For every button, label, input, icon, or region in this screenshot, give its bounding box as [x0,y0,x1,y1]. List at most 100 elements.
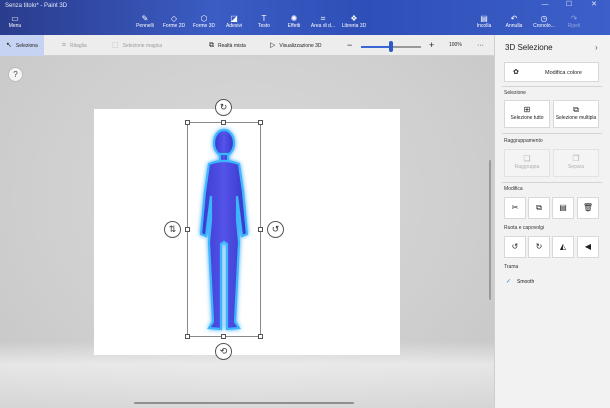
paste-icon: ▤ [480,14,488,23]
tool-effects[interactable]: ✺ Effetti [280,14,308,29]
undo-icon: ↶ [510,14,518,23]
flip-vertical-icon: ◀ [584,242,592,251]
history-icon: ◷ [540,14,548,23]
redo-button[interactable]: ↷ Ripeti [560,14,588,29]
library-3d-icon: ❖ [350,14,358,23]
tool-shapes-2d[interactable]: ◇ Forme 2D [160,14,188,29]
mixed-reality-icon: ⧉ [209,42,214,49]
section-texture: Trama [504,264,519,270]
flip-horizontal-icon: ◭ [559,242,567,251]
tool-library-3d[interactable]: ❖ Libreria 3D [340,14,368,29]
ungroup-button[interactable]: ❐ Separa [553,149,599,177]
maximize-button[interactable]: ☐ [559,0,579,10]
panel-title: 3D Selezione [505,43,553,52]
magic-select-icon: ⬚ [112,42,119,49]
section-selection: Selezione [504,90,526,96]
magic-select-tool[interactable]: ⬚ Selezione magica [112,35,162,56]
zoom-level[interactable]: 100% [449,35,462,56]
select-tool[interactable]: ↖ Seleziona [0,35,44,56]
mixed-reality-button[interactable]: ⧉ Realtà mista [209,35,246,56]
rotate-x-handle-icon[interactable]: ↺ [267,221,284,238]
zoom-in-button[interactable]: + [429,35,434,56]
smooth-option[interactable]: Smooth [517,279,534,285]
resize-handle-bottom[interactable] [221,334,226,339]
resize-handle-top-right[interactable] [258,120,263,125]
trash-icon: 🗑 [582,203,594,212]
flip-horizontal-button[interactable]: ◭ [552,236,574,258]
smooth-check-icon[interactable]: ✓ [506,278,511,285]
group-icon: ❏ [523,154,531,163]
multi-select-button[interactable]: ⧉ Selezione multipla [553,100,599,128]
divider [502,182,602,183]
divider [502,86,602,87]
zoom-slider-thumb[interactable] [389,41,393,52]
help-button[interactable]: ? [8,67,23,82]
redo-icon: ↷ [570,14,578,23]
edit-color-button[interactable]: ✿ Modifica colore [504,62,599,82]
resize-handle-bottom-left[interactable] [185,334,190,339]
resize-handle-right[interactable] [258,227,263,232]
rotate-right-icon: ↻ [535,242,543,251]
resize-handle-top-left[interactable] [185,120,190,125]
tool-brushes[interactable]: ✎ Pennelli [131,14,159,29]
more-button[interactable]: ··· [477,35,484,56]
select-all-button[interactable]: ⊞ Selezione tutto [504,100,550,128]
rotate-z-handle-icon[interactable]: ↻ [215,99,232,116]
cut-button[interactable]: ✂ [504,197,526,219]
palette-icon: ✿ [513,69,519,76]
rotate-y-handle-icon[interactable]: ⇅ [164,221,181,238]
cursor-icon: ↖ [6,42,12,49]
cut-icon: ✂ [511,203,519,212]
divider [502,133,602,134]
copy-button[interactable]: ⧉ [528,197,550,219]
selection-box[interactable] [187,122,261,337]
undo-button[interactable]: ↶ Annulla [500,14,528,29]
flip-vertical-button[interactable]: ◀ [577,236,599,258]
section-grouping: Raggruppamento [504,138,543,144]
select-all-icon: ⊞ [523,105,531,114]
cube-icon: ⬡ [200,14,208,23]
folder-icon: ▭ [11,14,19,23]
tool-canvas[interactable]: ⌗ Area di d... [309,14,337,29]
effects-icon: ✺ [290,14,298,23]
tool-stickers[interactable]: ◪ Adesivi [220,14,248,29]
crop-icon: ⌗ [62,42,66,49]
crop-tool[interactable]: ⌗ Ritaglia [62,35,87,56]
ungroup-icon: ❐ [572,154,580,163]
view-3d-button[interactable]: ▷ Visualizzazione 3D [270,35,322,56]
rotate-left-icon: ↺ [511,242,519,251]
vertical-scrollbar[interactable] [489,160,491,300]
zoom-slider-rest [391,46,421,48]
multi-select-icon: ⧉ [573,105,579,114]
horizontal-scrollbar[interactable] [134,402,354,404]
brush-icon: ✎ [141,14,149,23]
resize-handle-top[interactable] [221,120,226,125]
section-edit: Modifica [504,186,523,192]
tool-shapes-3d[interactable]: ⬡ Forme 3D [190,14,218,29]
rotate-depth-handle-icon[interactable]: ⟲ [215,343,232,360]
section-rotate-flip: Ruota e capovolgi [504,225,545,231]
sticker-icon: ◪ [230,14,238,23]
group-button[interactable]: ❏ Raggruppa [504,149,550,177]
resize-handle-left[interactable] [185,227,190,232]
paste-icon: ▤ [559,203,567,212]
rotate-left-button[interactable]: ↺ [504,236,526,258]
rotate-right-button[interactable]: ↻ [528,236,550,258]
ribbon: Senza titolo* - Paint 3D — ☐ ✕ ▭ Menu ✎ … [0,0,610,35]
text-icon: T [261,14,267,23]
paste-button[interactable]: ▤ Incolla [470,14,498,29]
menu-button[interactable]: ▭ Menu [4,14,26,29]
close-button[interactable]: ✕ [584,0,604,10]
shapes-2d-icon: ◇ [170,14,178,23]
view-3d-icon: ▷ [270,42,276,49]
tool-text[interactable]: T Testo [250,14,278,29]
resize-handle-bottom-right[interactable] [258,334,263,339]
panel-collapse-icon[interactable]: › [595,43,598,52]
canvas-icon: ⌗ [320,14,326,23]
paste-panel-button[interactable]: ▤ [552,197,574,219]
copy-icon: ⧉ [536,203,542,212]
history-button[interactable]: ◷ Cronolo... [530,14,558,29]
zoom-out-button[interactable]: − [347,35,352,56]
minimize-button[interactable]: — [535,0,555,10]
delete-button[interactable]: 🗑 [577,197,599,219]
